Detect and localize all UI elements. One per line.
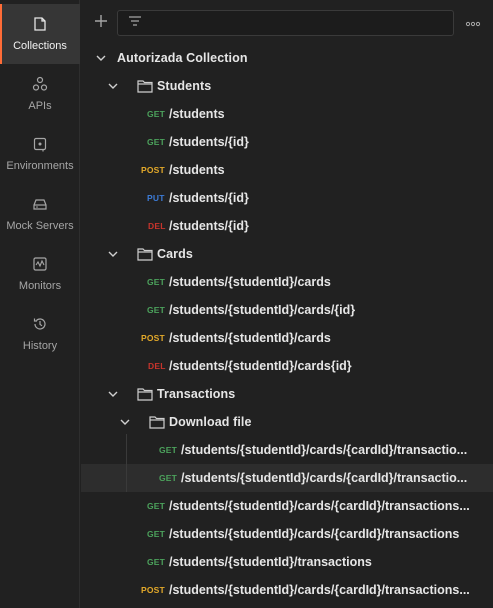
- request-path: /students/{studentId}/cards/{cardId}/tra…: [169, 583, 470, 597]
- chevron-down-icon[interactable]: [107, 388, 119, 400]
- method-badge: GET: [147, 109, 166, 119]
- request-row[interactable]: GET /students/{id}: [81, 128, 493, 156]
- request-row[interactable]: POST /students/{studentId}/cards: [81, 324, 493, 352]
- sidebar-item-environments[interactable]: Environments: [0, 124, 80, 184]
- sidebar-item-label: Mock Servers: [6, 220, 74, 232]
- request-path: /students/{studentId}/cards: [169, 275, 331, 289]
- request-path: /students/{id}: [169, 219, 249, 233]
- more-options-button[interactable]: [461, 8, 485, 38]
- method-badge: DEL: [148, 221, 166, 231]
- request-row[interactable]: POST /students: [81, 156, 493, 184]
- request-path: /students/{studentId}/cards/{cardId}/tra…: [181, 471, 468, 485]
- filter-input[interactable]: [148, 16, 453, 30]
- method-badge: GET: [147, 277, 166, 287]
- request-row[interactable]: GET /students/{studentId}/transactions: [81, 548, 493, 576]
- request-row[interactable]: DEL /students/{studentId}/cards{id}: [81, 352, 493, 380]
- more-icon: [465, 14, 481, 32]
- collections-icon: [30, 14, 50, 34]
- collections-panel: Autorizada Collection Students GET /stud…: [81, 0, 493, 608]
- sidebar-item-apis[interactable]: APIs: [0, 64, 80, 124]
- filter-icon: [128, 14, 142, 32]
- filter-box[interactable]: [117, 10, 454, 36]
- folder-row-download-file[interactable]: Download file: [81, 408, 493, 436]
- folder-row-students[interactable]: Students: [81, 72, 493, 100]
- method-badge: GET: [147, 557, 166, 567]
- apis-icon: [30, 74, 50, 94]
- request-path: /students/{studentId}/cards/{id}: [169, 303, 356, 317]
- sidebar: Collections APIs Environments Mock Serve…: [0, 0, 80, 608]
- collection-name: Autorizada Collection: [117, 51, 248, 65]
- folder-name: Cards: [157, 247, 193, 261]
- sidebar-item-collections[interactable]: Collections: [0, 4, 80, 64]
- request-path: /students: [169, 107, 225, 121]
- method-badge: POST: [141, 333, 165, 343]
- request-row[interactable]: GET /students/{studentId}/cards/{cardId}…: [81, 492, 493, 520]
- history-icon: [30, 314, 50, 334]
- method-badge: GET: [147, 501, 166, 511]
- method-badge: DEL: [148, 361, 166, 371]
- sidebar-item-label: Environments: [6, 160, 74, 172]
- chevron-down-icon[interactable]: [119, 416, 131, 428]
- request-path: /students/{studentId}/cards/{cardId}/tra…: [169, 527, 460, 541]
- request-row[interactable]: GET /students/{studentId}/cards/{cardId}…: [81, 436, 493, 464]
- request-path: /students/{studentId}/cards: [169, 331, 331, 345]
- sidebar-item-label: History: [22, 340, 58, 352]
- folder-icon: [137, 79, 153, 93]
- environments-icon: [30, 134, 50, 154]
- request-row[interactable]: GET /students/{studentId}/cards/{id}: [81, 296, 493, 324]
- collections-toolbar: [81, 8, 493, 38]
- request-row[interactable]: POST /students/{studentId}/cards/{cardId…: [81, 576, 493, 604]
- chevron-down-icon[interactable]: [95, 52, 107, 64]
- monitors-icon: [30, 254, 50, 274]
- folder-name: Students: [157, 79, 212, 93]
- sidebar-item-history[interactable]: History: [0, 304, 80, 364]
- folder-icon: [149, 415, 165, 429]
- request-row[interactable]: GET /students: [81, 100, 493, 128]
- folder-row-cards[interactable]: Cards: [81, 240, 493, 268]
- tree-guide-line: [126, 434, 127, 492]
- request-path: /students/{studentId}/cards{id}: [169, 359, 352, 373]
- folder-icon: [137, 387, 153, 401]
- method-badge: POST: [141, 585, 165, 595]
- mock-servers-icon: [30, 194, 50, 214]
- method-badge: GET: [159, 445, 178, 455]
- request-row[interactable]: DEL /students/{id}: [81, 212, 493, 240]
- chevron-down-icon[interactable]: [107, 248, 119, 260]
- sidebar-item-label: Collections: [13, 40, 67, 52]
- request-path: /students/{studentId}/transactions: [169, 555, 372, 569]
- request-path: /students/{studentId}/cards/{cardId}/tra…: [181, 443, 468, 457]
- folder-row-transactions[interactable]: Transactions: [81, 380, 493, 408]
- chevron-down-icon[interactable]: [107, 80, 119, 92]
- collection-row[interactable]: Autorizada Collection: [81, 44, 493, 72]
- request-path: /students: [169, 163, 225, 177]
- request-path: /students/{id}: [169, 135, 249, 149]
- request-path: /students/{studentId}/cards/{cardId}/tra…: [169, 499, 470, 513]
- method-badge: POST: [141, 165, 165, 175]
- plus-icon: [94, 14, 108, 33]
- sidebar-item-label: Monitors: [18, 280, 62, 292]
- folder-icon: [137, 247, 153, 261]
- request-row[interactable]: GET /students/{studentId}/cards: [81, 268, 493, 296]
- sidebar-item-monitors[interactable]: Monitors: [0, 244, 80, 304]
- folder-name: Transactions: [157, 387, 236, 401]
- method-badge: PUT: [147, 193, 165, 203]
- request-row[interactable]: GET /students/{studentId}/cards/{cardId}…: [81, 464, 493, 492]
- sidebar-item-mock-servers[interactable]: Mock Servers: [0, 184, 80, 244]
- method-badge: GET: [147, 529, 166, 539]
- request-path: /students/{id}: [169, 191, 249, 205]
- add-collection-button[interactable]: [89, 8, 113, 38]
- method-badge: GET: [147, 305, 166, 315]
- folder-name: Download file: [169, 415, 252, 429]
- request-row[interactable]: GET /students/{studentId}/cards/{cardId}…: [81, 520, 493, 548]
- method-badge: GET: [147, 137, 166, 147]
- method-badge: GET: [159, 473, 178, 483]
- request-row[interactable]: PUT /students/{id}: [81, 184, 493, 212]
- sidebar-item-label: APIs: [28, 100, 52, 112]
